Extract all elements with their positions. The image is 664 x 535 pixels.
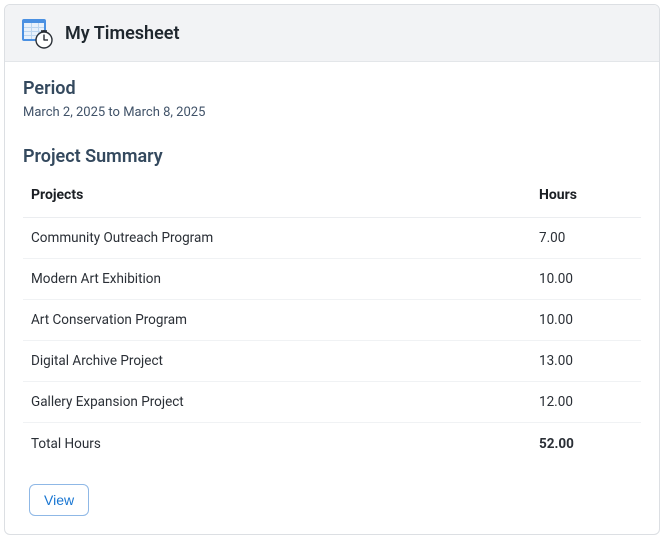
cell-project: Art Conservation Program (23, 300, 531, 341)
view-button[interactable]: View (29, 484, 89, 516)
cell-project: Digital Archive Project (23, 341, 531, 382)
cell-project: Modern Art Exhibition (23, 259, 531, 300)
table-row: Modern Art Exhibition10.00 (23, 259, 641, 300)
table-row: Gallery Expansion Project12.00 (23, 382, 641, 423)
table-row: Community Outreach Program7.00 (23, 218, 641, 259)
cell-hours: 13.00 (531, 341, 641, 382)
col-project: Projects (23, 173, 531, 218)
cell-hours: 7.00 (531, 218, 641, 259)
cell-hours: 12.00 (531, 382, 641, 423)
table-row: Digital Archive Project13.00 (23, 341, 641, 382)
summary-table: Projects Hours Community Outreach Progra… (23, 173, 641, 464)
cell-hours: 10.00 (531, 259, 641, 300)
table-header-row: Projects Hours (23, 173, 641, 218)
total-row: Total Hours52.00 (23, 423, 641, 465)
timesheet-card: My Timesheet Period March 2, 2025 to Mar… (4, 4, 660, 535)
timesheet-icon (21, 17, 53, 49)
cell-project: Gallery Expansion Project (23, 382, 531, 423)
table-row: Art Conservation Program10.00 (23, 300, 641, 341)
total-hours: 52.00 (531, 423, 641, 465)
period-range: March 2, 2025 to March 8, 2025 (23, 105, 641, 120)
cell-project: Community Outreach Program (23, 218, 531, 259)
summary-heading: Project Summary (23, 146, 641, 167)
total-label: Total Hours (23, 423, 531, 465)
cell-hours: 10.00 (531, 300, 641, 341)
card-body: Period March 2, 2025 to March 8, 2025 Pr… (5, 62, 659, 534)
card-header: My Timesheet (5, 5, 659, 62)
col-hours: Hours (531, 173, 641, 218)
period-heading: Period (23, 78, 641, 99)
summary-table-wrapper: Projects Hours Community Outreach Progra… (23, 173, 641, 464)
card-title: My Timesheet (65, 23, 180, 44)
